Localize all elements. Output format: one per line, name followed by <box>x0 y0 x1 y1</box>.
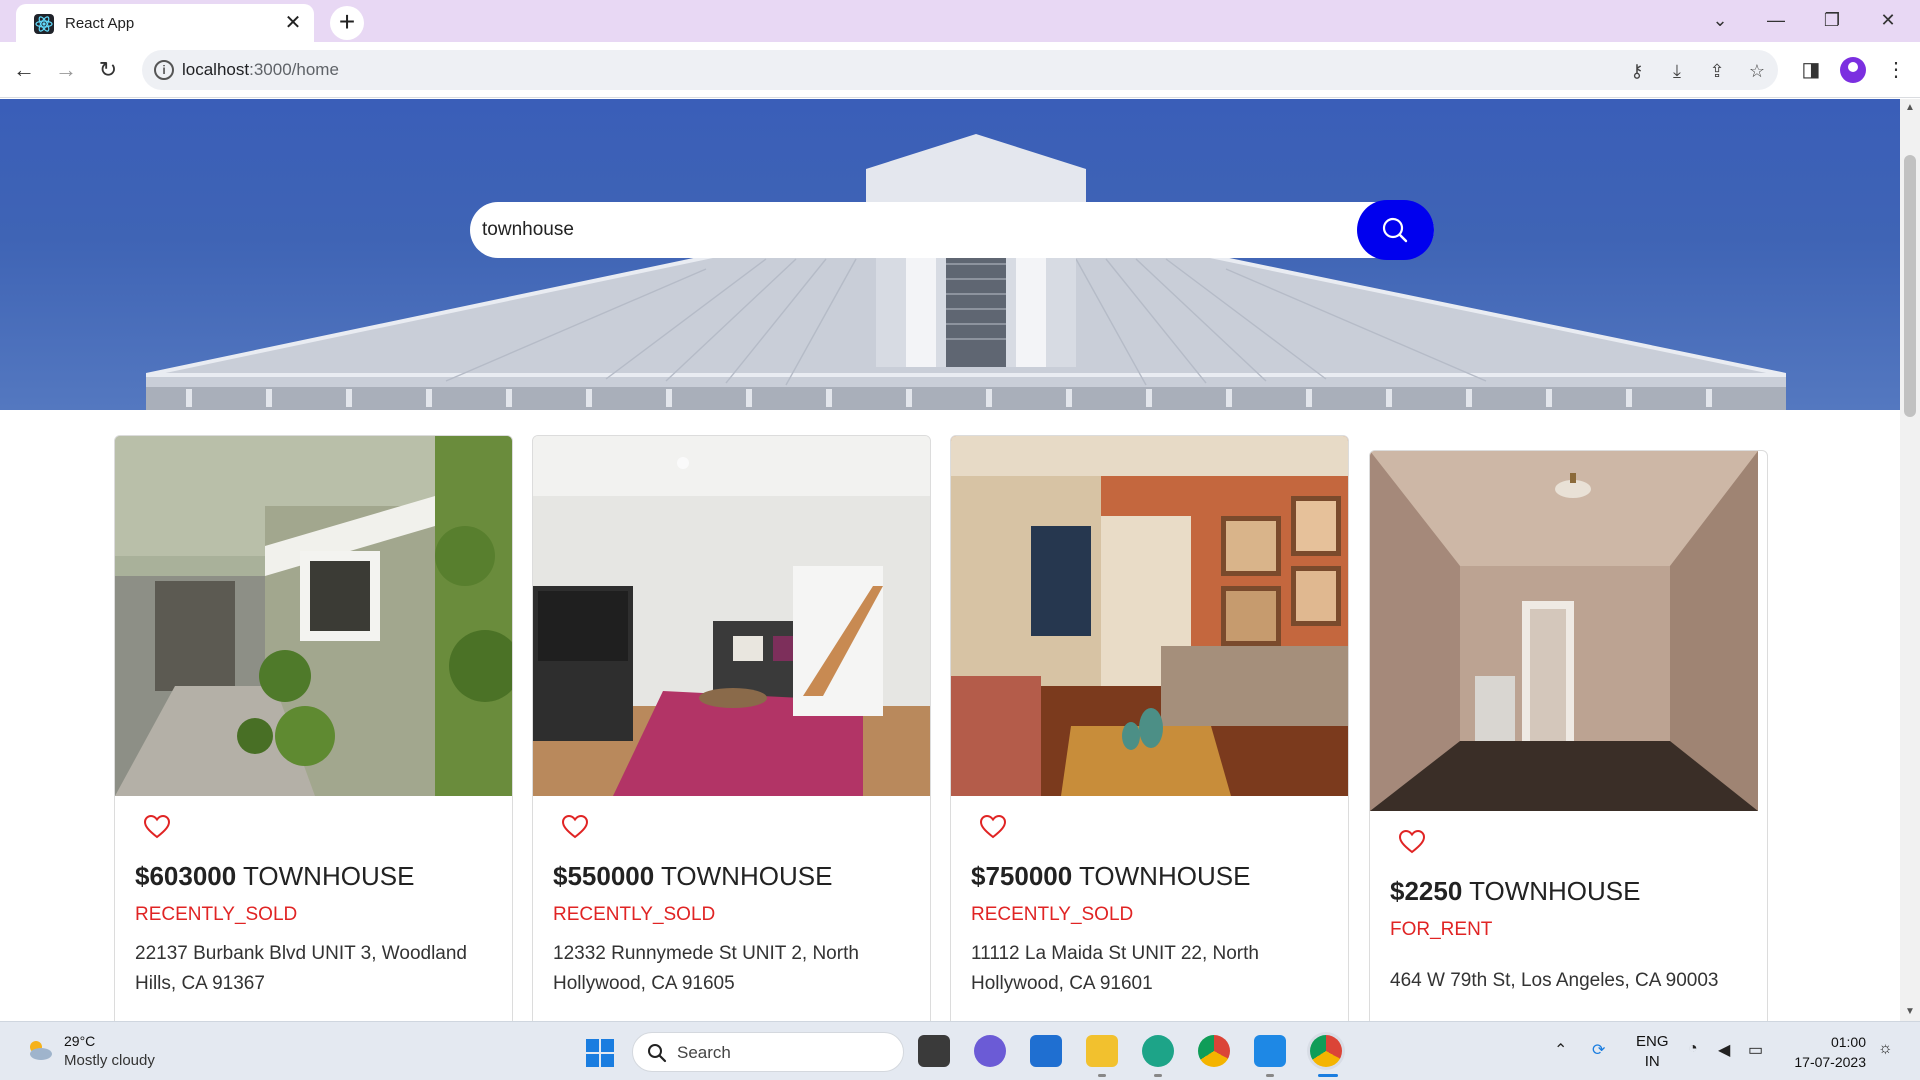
search-button[interactable] <box>1357 200 1434 260</box>
weather-temperature: 29°C <box>64 1033 96 1049</box>
search-icon <box>1382 217 1408 243</box>
tab-title: React App <box>65 15 135 32</box>
listing-photo[interactable] <box>533 436 930 796</box>
listing-status: RECENTLY_SOLD <box>553 904 716 925</box>
close-window-button[interactable]: ✕ <box>1868 6 1908 34</box>
listing-price: $550000 TOWNHOUSE <box>553 861 833 891</box>
listing-status: RECENTLY_SOLD <box>971 904 1134 925</box>
listing-card[interactable]: $550000 TOWNHOUSE RECENTLY_SOLD 12332 Ru… <box>532 435 931 1021</box>
task-view-icon[interactable] <box>918 1035 950 1067</box>
tab-search-chevron-icon[interactable]: ⌄ <box>1700 6 1740 34</box>
favorite-heart-icon[interactable] <box>143 814 171 840</box>
share-icon[interactable]: ⇪ <box>1704 58 1730 84</box>
listing-price: $603000 TOWNHOUSE <box>135 861 415 891</box>
scroll-down-arrow-icon[interactable]: ▼ <box>1900 1003 1920 1021</box>
notifications-bell-icon[interactable]: ☼ <box>1878 1040 1893 1058</box>
listing-price: $750000 TOWNHOUSE <box>971 861 1251 891</box>
minimize-button[interactable]: — <box>1756 6 1796 34</box>
favorite-heart-icon[interactable] <box>1398 829 1426 855</box>
browser-tabstrip: React App ✕ + ⌄ — ❐ ✕ <box>0 0 1920 42</box>
new-tab-button[interactable]: + <box>330 6 364 40</box>
site-info-icon[interactable]: i <box>154 60 174 80</box>
sync-icon[interactable]: ⟳ <box>1592 1040 1605 1060</box>
browser-tab[interactable]: React App ✕ <box>16 4 314 42</box>
address-bar[interactable]: i localhost:3000/home ⚷ ⤓ ⇪ ☆ <box>142 50 1778 90</box>
file-explorer-icon[interactable] <box>1086 1035 1118 1067</box>
volume-icon[interactable]: ◀ <box>1718 1040 1730 1060</box>
search-input[interactable] <box>482 210 1342 250</box>
teams-chat-icon[interactable] <box>974 1035 1006 1067</box>
forward-arrow-icon[interactable]: → <box>50 54 82 86</box>
edge-browser-icon[interactable] <box>1142 1035 1174 1067</box>
bookmark-star-icon[interactable]: ☆ <box>1744 58 1770 84</box>
listing-card[interactable]: $750000 TOWNHOUSE RECENTLY_SOLD 11112 La… <box>950 435 1349 1021</box>
page-viewport: $603000 TOWNHOUSE RECENTLY_SOLD 22137 Bu… <box>0 99 1900 1021</box>
taskbar-search-box[interactable]: Search <box>632 1032 904 1072</box>
browser-menu-icon[interactable]: ⋮ <box>1880 54 1912 86</box>
back-arrow-icon[interactable]: ← <box>8 54 40 86</box>
restore-button[interactable]: ❐ <box>1812 6 1852 34</box>
install-app-icon[interactable]: ⤓ <box>1664 58 1690 84</box>
running-indicator <box>1154 1074 1162 1077</box>
listing-address: 11112 La Maida St UNIT 22, North Hollywo… <box>971 943 1259 994</box>
browser-toolbar: ← → ↻ i localhost:3000/home ⚷ ⤓ ⇪ ☆ ◨ ⋮ <box>0 42 1920 98</box>
listing-status: RECENTLY_SOLD <box>135 904 298 925</box>
search-icon <box>648 1044 667 1063</box>
running-indicator <box>1266 1074 1274 1077</box>
listing-price: $2250 TOWNHOUSE <box>1390 876 1641 906</box>
show-hidden-icons-chevron-icon[interactable]: ⌃ <box>1554 1040 1567 1060</box>
reload-icon[interactable]: ↻ <box>92 54 124 86</box>
listing-card[interactable]: $603000 TOWNHOUSE RECENTLY_SOLD 22137 Bu… <box>114 435 513 1021</box>
tab-close-icon[interactable]: ✕ <box>280 10 306 36</box>
listing-card[interactable]: $2250 TOWNHOUSE FOR_RENT 464 W 79th St, … <box>1369 450 1768 1021</box>
language-indicator[interactable]: ENG IN <box>1636 1032 1669 1072</box>
listing-address: 22137 Burbank Blvd UNIT 3, Woodland Hill… <box>135 943 467 994</box>
react-logo-icon <box>34 14 54 34</box>
windows-taskbar: 29°C Mostly cloudy Search ⌃ ⟳ ENG IN ◔ ◀ … <box>0 1021 1920 1080</box>
windows-start-icon[interactable] <box>586 1039 614 1067</box>
vscode-icon[interactable] <box>1254 1035 1286 1067</box>
side-panel-icon[interactable]: ◨ <box>1795 54 1827 86</box>
favorite-heart-icon[interactable] <box>979 814 1007 840</box>
system-clock[interactable]: 01:00 17-07-2023 <box>1784 1032 1866 1072</box>
page-scrollbar[interactable]: ▲ ▼ <box>1900 99 1920 1021</box>
listing-status: FOR_RENT <box>1390 919 1493 940</box>
key-icon[interactable]: ⚷ <box>1624 58 1650 84</box>
hero-banner <box>0 99 1900 410</box>
chrome-profile-icon[interactable] <box>1310 1035 1342 1067</box>
mail-icon[interactable] <box>1030 1035 1062 1067</box>
listing-address: 12332 Runnymede St UNIT 2, North Hollywo… <box>553 943 859 994</box>
listing-photo[interactable] <box>115 436 512 796</box>
scroll-up-arrow-icon[interactable]: ▲ <box>1900 99 1920 117</box>
partly-cloudy-weather-icon[interactable] <box>24 1038 54 1062</box>
url-text: localhost:3000/home <box>182 60 339 79</box>
active-indicator <box>1318 1074 1338 1077</box>
listing-photo[interactable] <box>1370 451 1758 811</box>
profile-avatar[interactable] <box>1840 57 1866 83</box>
search-bar <box>470 202 1434 258</box>
favorite-heart-icon[interactable] <box>561 814 589 840</box>
chrome-icon[interactable] <box>1198 1035 1230 1067</box>
wifi-icon[interactable]: ◔ <box>1688 1040 1698 1058</box>
scrollbar-thumb[interactable] <box>1904 155 1916 417</box>
listing-photo[interactable] <box>951 436 1348 796</box>
listing-address: 464 W 79th St, Los Angeles, CA 90003 <box>1390 970 1719 991</box>
taskbar-search-label: Search <box>677 1043 731 1062</box>
weather-description: Mostly cloudy <box>64 1052 155 1069</box>
running-indicator <box>1098 1074 1106 1077</box>
battery-icon[interactable]: ▭ <box>1748 1040 1763 1060</box>
